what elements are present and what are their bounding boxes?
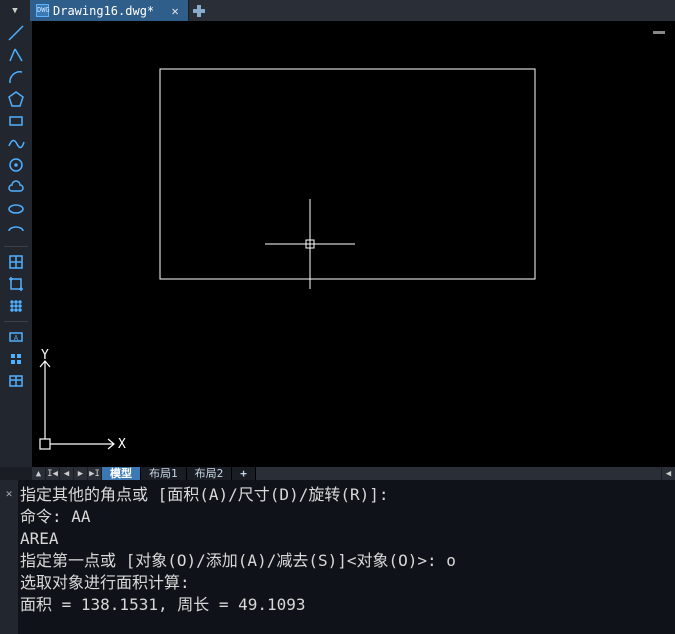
- ucs-x-label: X: [118, 437, 126, 452]
- spline-tool[interactable]: [5, 133, 27, 153]
- angle-line-tool[interactable]: [5, 45, 27, 65]
- table-tool[interactable]: [5, 371, 27, 391]
- pattern-tool[interactable]: [5, 296, 27, 316]
- drawn-rectangle: [160, 69, 535, 279]
- command-close-button[interactable]: ✕: [0, 480, 18, 634]
- tool-column: A: [0, 21, 32, 467]
- tool-divider: [4, 321, 28, 322]
- polygon-tool[interactable]: [5, 89, 27, 109]
- command-window[interactable]: ✕ 指定其他的角点或 [面积(A)/尺寸(D)/旋转(R)]: 命令: AA A…: [0, 480, 675, 634]
- block-tool[interactable]: [5, 252, 27, 272]
- crop-tool[interactable]: [5, 274, 27, 294]
- layout-scroll-left-icon[interactable]: ◀: [661, 467, 675, 480]
- line-tool[interactable]: [5, 23, 27, 43]
- layout-next-button[interactable]: ▶: [74, 467, 88, 480]
- file-tab-bar: DWG Drawing16.dwg* ✕: [30, 0, 675, 21]
- layout-last-button[interactable]: ▶I: [88, 467, 102, 480]
- crosshair-cursor: [265, 199, 355, 289]
- command-lines: 指定其他的角点或 [面积(A)/尺寸(D)/旋转(R)]: 命令: AA ARE…: [18, 480, 675, 634]
- dwg-icon: DWG: [36, 4, 49, 17]
- ellipse-tool[interactable]: [5, 199, 27, 219]
- text-tool[interactable]: A: [5, 327, 27, 347]
- layout-tab-model[interactable]: 模型: [102, 467, 141, 480]
- layout-collapse-button[interactable]: ▲: [32, 467, 46, 480]
- drawing-canvas[interactable]: X Y: [32, 21, 675, 467]
- tool-divider: [4, 246, 28, 247]
- file-name-label: Drawing16.dwg*: [53, 4, 154, 18]
- tab-dropdown-button[interactable]: ▼: [0, 0, 30, 21]
- cloud-tool[interactable]: [5, 177, 27, 197]
- ellipse-arc-tool[interactable]: [5, 221, 27, 241]
- layout-prev-button[interactable]: ◀: [60, 467, 74, 480]
- close-tab-button[interactable]: ✕: [168, 4, 182, 18]
- layout-tab-2[interactable]: 布局2: [187, 467, 233, 480]
- ucs-icon: [40, 361, 114, 449]
- layout-first-button[interactable]: I◀: [46, 467, 60, 480]
- layout-hscroll[interactable]: ◀: [256, 467, 675, 480]
- file-tab[interactable]: DWG Drawing16.dwg* ✕: [30, 0, 189, 21]
- rectangle-tool[interactable]: [5, 111, 27, 131]
- layout-add-button[interactable]: +: [232, 467, 256, 480]
- layout-tab-1[interactable]: 布局1: [141, 467, 187, 480]
- arc-tool[interactable]: [5, 67, 27, 87]
- new-tab-button[interactable]: [189, 0, 209, 21]
- circle-tool[interactable]: [5, 155, 27, 175]
- hatch-grid-tool[interactable]: [5, 349, 27, 369]
- window-minimize-icon[interactable]: [653, 31, 665, 34]
- layout-tab-bar: ▲ I◀ ◀ ▶ ▶I 模型 布局1 布局2 + ◀: [32, 467, 675, 480]
- ucs-y-label: Y: [41, 348, 49, 363]
